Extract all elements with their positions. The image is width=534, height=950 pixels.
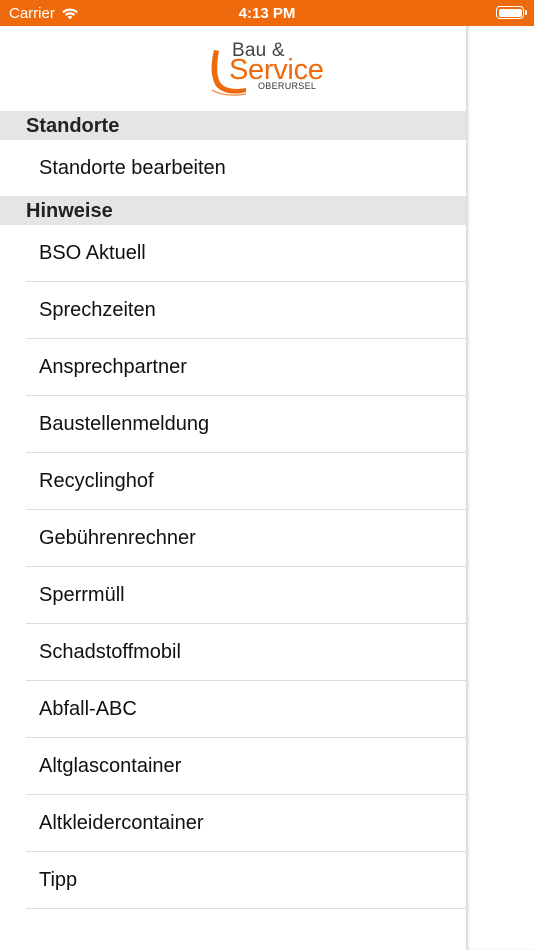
menu-item-label: Recyclinghof <box>39 470 154 492</box>
menu-item-label: Sprechzeiten <box>39 299 156 321</box>
app-logo: Bau & Service OBERURSEL <box>208 40 328 102</box>
menu-item-label: Schadstoffmobil <box>39 641 181 663</box>
section-header-hinweise: Hinweise <box>0 196 466 225</box>
menu-item-label: Tipp <box>39 869 78 891</box>
battery-icon <box>496 6 527 19</box>
section-title: Hinweise <box>26 200 113 222</box>
menu-item-bso-aktuell[interactable]: BSO Aktuell <box>0 225 466 282</box>
menu-item-label: Altkleidercontainer <box>39 812 204 834</box>
row-separator <box>26 908 466 909</box>
menu-item-abfall-abc[interactable]: Abfall-ABC <box>0 681 466 738</box>
menu-item-label: Standorte bearbeiten <box>39 157 226 179</box>
status-time: 4:13 PM <box>238 5 296 22</box>
menu-item-baustellenmeldung[interactable]: Baustellenmeldung <box>0 396 466 453</box>
section-header-standorte: Standorte <box>0 111 466 140</box>
status-bar: Carrier 4:13 PM <box>0 0 534 26</box>
menu-item-label: Altglascontainer <box>39 755 182 777</box>
main-content-edge[interactable] <box>466 26 534 950</box>
menu-item-label: Abfall-ABC <box>39 698 137 720</box>
menu-item-label: BSO Aktuell <box>39 242 146 264</box>
menu-item-recyclinghof[interactable]: Recyclinghof <box>0 453 466 510</box>
menu-item-schadstoffmobil[interactable]: Schadstoffmobil <box>0 624 466 681</box>
menu-item-label: Sperrmüll <box>39 584 125 606</box>
menu-item-label: Baustellenmeldung <box>39 413 210 435</box>
menu-item-sprechzeiten[interactable]: Sprechzeiten <box>0 282 466 339</box>
menu-item-label: Gebührenrechner <box>39 527 196 549</box>
menu-item-ansprechpartner[interactable]: Ansprechpartner <box>0 339 466 396</box>
menu-item-sperrmuell[interactable]: Sperrmüll <box>0 567 466 624</box>
menu-item-altglascontainer[interactable]: Altglascontainer <box>0 738 466 795</box>
menu-item-label: Ansprechpartner <box>39 356 187 378</box>
menu-item-standorte-bearbeiten[interactable]: Standorte bearbeiten <box>0 140 466 197</box>
logo-text-oberursel: OBERURSEL <box>258 81 317 91</box>
section-title: Standorte <box>26 115 120 137</box>
menu-item-altkleidercontainer[interactable]: Altkleidercontainer <box>0 795 466 852</box>
menu-item-gebuehrenrechner[interactable]: Gebührenrechner <box>0 510 466 567</box>
side-menu: Bau & Service OBERURSEL Standorte Stando… <box>0 26 466 950</box>
menu-item-tipp[interactable]: Tipp <box>0 852 466 909</box>
